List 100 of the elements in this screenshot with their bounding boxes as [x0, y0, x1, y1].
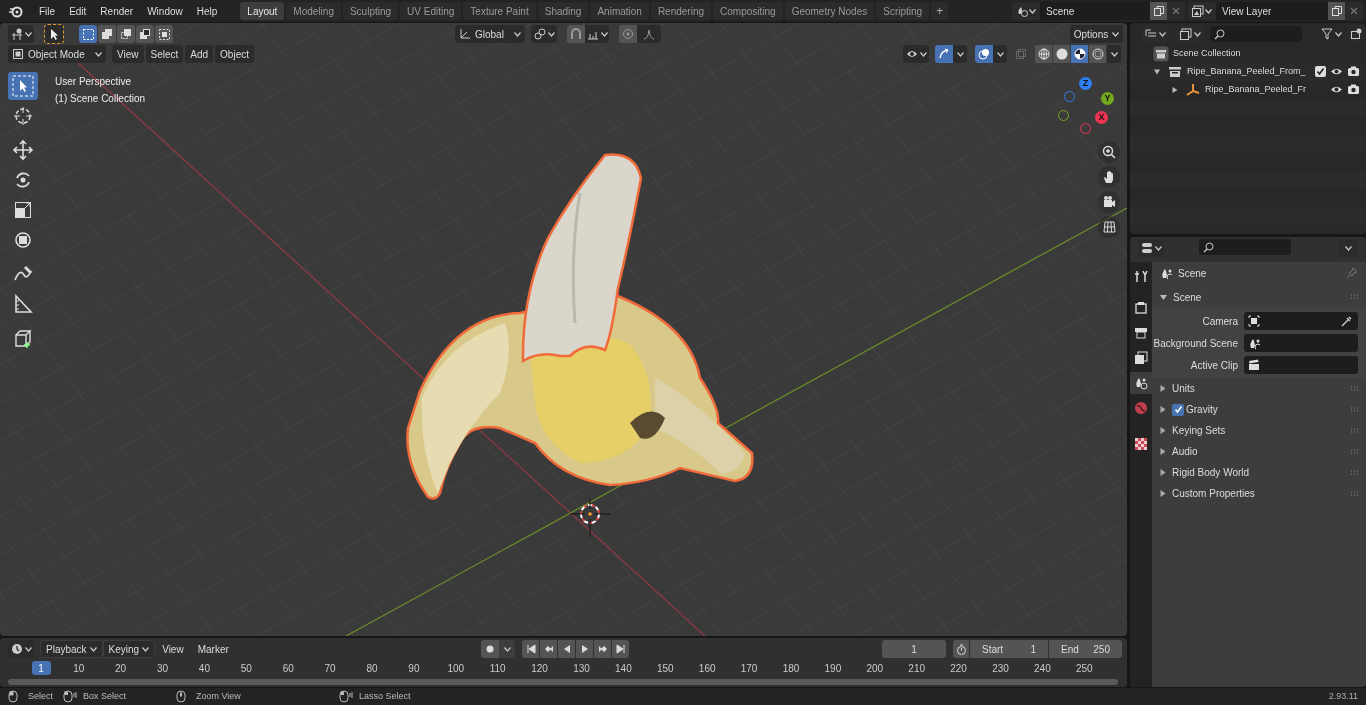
- search-field[interactable]: [1199, 239, 1291, 255]
- proportional-edit-button[interactable]: [619, 25, 637, 43]
- mode-dropdown[interactable]: Object Mode: [8, 45, 106, 63]
- shading-dropdown[interactable]: [1107, 45, 1121, 63]
- scene-field[interactable]: Scene: [1040, 2, 1150, 20]
- options-dropdown[interactable]: [1339, 239, 1357, 257]
- selection-mode-button[interactable]: [117, 25, 135, 43]
- auto-key-dropdown[interactable]: [499, 640, 515, 658]
- outliner-item-label[interactable]: Scene Collection: [1173, 47, 1241, 61]
- drag-handle-icon[interactable]: [1350, 427, 1360, 434]
- duplicate-button[interactable]: [1150, 2, 1167, 20]
- gizmo-dropdown[interactable]: [953, 45, 967, 63]
- disclosure-triangle-icon[interactable]: [1160, 406, 1166, 413]
- jump-end-button[interactable]: [612, 640, 629, 658]
- play-reverse-button[interactable]: [558, 640, 575, 658]
- drag-handle-icon[interactable]: [1350, 469, 1360, 476]
- menu-dropdown[interactable]: Keying: [102, 640, 156, 658]
- play-button[interactable]: [576, 640, 593, 658]
- workspace-tab[interactable]: Animation: [590, 2, 649, 20]
- zoom-button[interactable]: [1098, 141, 1120, 163]
- hand-button[interactable]: [1098, 166, 1120, 188]
- outliner-item-label[interactable]: Ripe_Banana_Peeled_Fr: [1205, 83, 1307, 97]
- add-workspace-button[interactable]: +: [931, 2, 949, 20]
- start-frame-field[interactable]: Start 1: [970, 640, 1048, 658]
- view-layer-button[interactable]: [1188, 2, 1216, 20]
- 3d-cursor-icon[interactable]: [569, 498, 611, 538]
- drag-handle-icon[interactable]: [1350, 294, 1360, 300]
- disclosure-triangle-icon[interactable]: [1160, 427, 1166, 434]
- next-keyframe-button[interactable]: [594, 640, 611, 658]
- input-field[interactable]: [1244, 334, 1358, 352]
- selection-mode-button[interactable]: [98, 25, 116, 43]
- grid-button[interactable]: [1098, 216, 1120, 238]
- editor-type-button[interactable]: [8, 25, 34, 43]
- disclosure-triangle-icon[interactable]: [1160, 469, 1166, 476]
- workspace-tab[interactable]: Rendering: [650, 2, 712, 20]
- menu-button[interactable]: Add: [185, 45, 214, 63]
- overlay-dropdown[interactable]: [993, 45, 1007, 63]
- close-button[interactable]: [1345, 2, 1363, 20]
- panel-title[interactable]: Keying Sets: [1172, 423, 1226, 438]
- duplicate-button[interactable]: [1328, 2, 1345, 20]
- menu-button[interactable]: Marker: [190, 640, 236, 658]
- menu-item[interactable]: Help: [189, 1, 225, 21]
- menu-item[interactable]: File: [32, 1, 63, 21]
- menu-button[interactable]: Object: [215, 45, 254, 63]
- workspace-tab[interactable]: UV Editing: [400, 2, 462, 20]
- workspace-tab[interactable]: Compositing: [713, 2, 783, 20]
- scrollbar[interactable]: [8, 679, 1118, 685]
- close-button[interactable]: [1167, 2, 1185, 20]
- disclosure-triangle-icon[interactable]: [1160, 490, 1166, 497]
- tool-button[interactable]: [8, 72, 38, 100]
- previous-keyframe-button[interactable]: [540, 640, 557, 658]
- pin-icon[interactable]: [1346, 267, 1358, 279]
- outliner-item-label[interactable]: Ripe_Banana_Peeled_From_: [1187, 65, 1306, 79]
- disclosure-triangle-icon[interactable]: [1160, 293, 1167, 301]
- eyedropper-icon[interactable]: [1341, 315, 1352, 327]
- gizmo-button[interactable]: [935, 45, 953, 63]
- workspace-tab[interactable]: Texture Paint: [463, 2, 536, 20]
- editor-type-button[interactable]: [8, 640, 34, 658]
- editor-type-button[interactable]: [1138, 239, 1164, 257]
- end-frame-field[interactable]: End 250: [1049, 640, 1122, 658]
- camera-icon[interactable]: [1347, 83, 1360, 96]
- workspace-tab[interactable]: Scripting: [876, 2, 930, 20]
- workspace-tab[interactable]: Sculpting: [342, 2, 399, 20]
- menu-button[interactable]: View: [155, 640, 191, 658]
- blender-logo-icon[interactable]: [9, 4, 23, 18]
- axis-handle[interactable]: X: [1095, 111, 1108, 124]
- panel-title[interactable]: Audio: [1172, 444, 1198, 459]
- drag-handle-icon[interactable]: [1350, 490, 1360, 497]
- snap-target-button[interactable]: [585, 25, 609, 43]
- jump-start-button[interactable]: [522, 640, 539, 658]
- axis-handle[interactable]: Y: [1101, 92, 1114, 105]
- drag-handle-icon[interactable]: [1350, 406, 1360, 413]
- panel-title[interactable]: Gravity: [1186, 402, 1218, 417]
- disclosure-triangle-icon[interactable]: [1160, 385, 1166, 392]
- panel-title[interactable]: Scene: [1173, 289, 1202, 305]
- preview-range-button[interactable]: [953, 640, 969, 658]
- drag-handle-icon[interactable]: [1350, 385, 1360, 392]
- filter-button[interactable]: [1318, 25, 1344, 43]
- falloff-button[interactable]: [637, 25, 661, 43]
- input-field[interactable]: [1244, 312, 1358, 330]
- drag-handle-icon[interactable]: [1350, 448, 1360, 455]
- current-frame-field[interactable]: 1: [882, 640, 946, 658]
- options-button[interactable]: Options: [1070, 25, 1123, 43]
- selection-mode-button[interactable]: [79, 25, 97, 43]
- properties-tab[interactable]: [1130, 372, 1152, 394]
- menu-button[interactable]: Select: [145, 45, 184, 63]
- record-button[interactable]: [481, 640, 499, 658]
- snap-button[interactable]: [567, 25, 585, 43]
- orientation-dropdown[interactable]: Global: [455, 25, 525, 43]
- panel-title[interactable]: Units: [1172, 381, 1195, 396]
- menu-button[interactable]: View: [112, 45, 144, 63]
- visibility-button[interactable]: [903, 45, 929, 63]
- selection-mode-button[interactable]: [155, 25, 173, 43]
- search-field[interactable]: [1210, 26, 1302, 42]
- select-tool-button[interactable]: [45, 25, 63, 43]
- workspace-tab[interactable]: Shading: [537, 2, 589, 20]
- menu-item[interactable]: Edit: [62, 1, 94, 21]
- disclosure-triangle-icon[interactable]: [1160, 448, 1166, 455]
- menu-dropdown[interactable]: Playback: [40, 640, 103, 658]
- panel-title[interactable]: Custom Properties: [1172, 486, 1255, 501]
